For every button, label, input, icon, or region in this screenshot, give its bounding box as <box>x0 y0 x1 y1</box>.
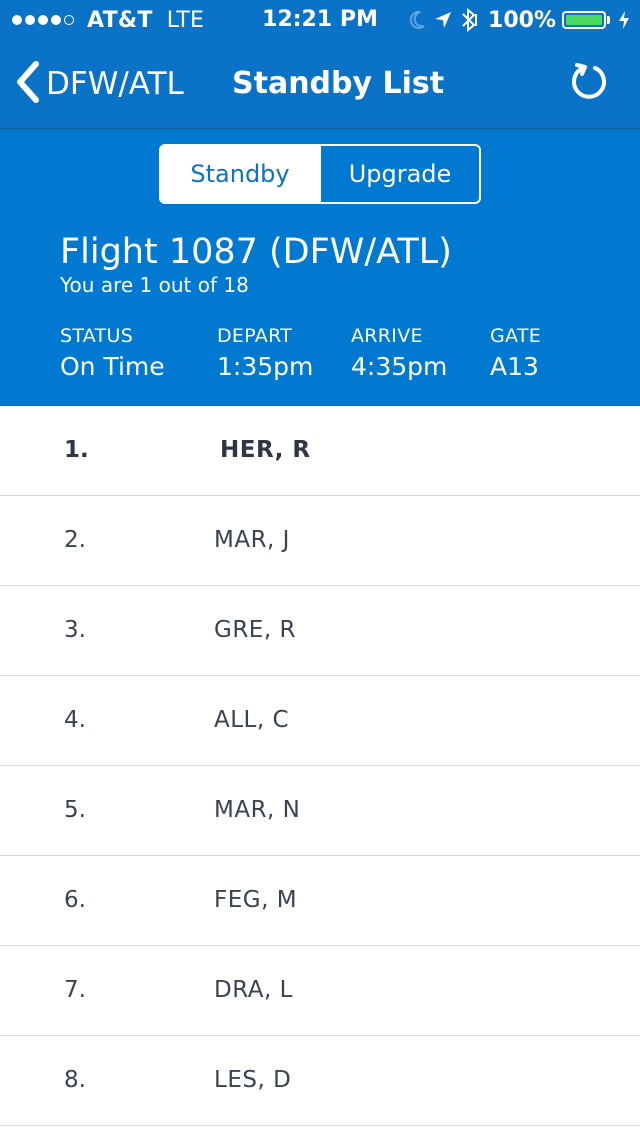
bluetooth-icon <box>460 7 478 33</box>
back-button[interactable]: DFW/ATL <box>14 60 184 108</box>
list-item: 2. MAR, J <box>0 496 640 586</box>
status-label: STATUS <box>60 325 134 347</box>
list-item: 8. LES, D <box>0 1036 640 1126</box>
arrive-label: ARRIVE <box>351 325 423 347</box>
status-bar: AT&T LTE 12:21 PM 100% <box>0 0 640 40</box>
status-info: STATUS On Time <box>60 325 165 383</box>
charging-bolt-icon <box>618 10 630 30</box>
refresh-icon <box>569 61 609 105</box>
flight-panel: Standby Upgrade Flight 1087 (DFW/ATL) Yo… <box>0 129 640 406</box>
standby-position: You are 1 out of 18 <box>60 273 249 297</box>
list-item-number: 6. <box>64 887 86 913</box>
list-item-number: 2. <box>64 527 86 553</box>
moon-icon <box>408 10 426 30</box>
navigation-bar: DFW/ATL Standby List <box>0 40 640 128</box>
list-item-number: 5. <box>64 797 86 823</box>
gate-value: A13 <box>490 352 539 381</box>
gate-info: GATE A13 <box>490 325 541 383</box>
list-item-name: GRE, R <box>214 617 296 643</box>
list-item-name: HER, R <box>220 437 311 463</box>
list-item: 3. GRE, R <box>0 586 640 676</box>
status-value: On Time <box>60 352 165 381</box>
standby-list: 1. HER, R 2. MAR, J 3. GRE, R 4. ALL, C … <box>0 406 640 1126</box>
list-item-name: DRA, L <box>214 977 293 1003</box>
list-item-name: MAR, N <box>214 797 301 823</box>
list-item-name: LES, D <box>214 1067 292 1093</box>
arrive-value: 4:35pm <box>351 352 448 381</box>
list-item: 5. MAR, N <box>0 766 640 856</box>
list-item-number: 1. <box>64 437 89 463</box>
list-item-name: FEG, M <box>214 887 298 913</box>
gate-label: GATE <box>490 325 542 347</box>
page-title: Standby List <box>232 66 445 101</box>
list-item-number: 8. <box>64 1067 86 1093</box>
location-arrow-icon <box>434 10 452 30</box>
list-type-tabs: Standby Upgrade <box>159 144 481 204</box>
depart-value: 1:35pm <box>217 352 314 381</box>
refresh-button[interactable] <box>566 60 612 106</box>
list-item: 6. FEG, M <box>0 856 640 946</box>
chevron-left-icon <box>14 60 40 108</box>
flight-title: Flight 1087 (DFW/ATL) <box>60 232 452 272</box>
depart-label: DEPART <box>217 325 293 347</box>
battery-percent: 100% <box>488 7 556 33</box>
list-item-name: ALL, C <box>214 707 290 733</box>
tab-upgrade[interactable]: Upgrade <box>319 146 479 202</box>
header: AT&T LTE 12:21 PM 100% DFW/ATL Standby L… <box>0 0 640 129</box>
list-item-number: 7. <box>64 977 86 1003</box>
list-item: 1. HER, R <box>0 406 640 496</box>
list-item-name: MAR, J <box>214 527 290 553</box>
tab-standby[interactable]: Standby <box>161 146 319 202</box>
status-right: 100% <box>400 6 630 34</box>
battery-tip <box>607 16 610 24</box>
arrive-info: ARRIVE 4:35pm <box>351 325 447 383</box>
list-item-number: 4. <box>64 707 86 733</box>
list-item-number: 3. <box>64 617 86 643</box>
battery-icon <box>562 11 606 29</box>
depart-info: DEPART 1:35pm <box>217 325 313 383</box>
list-item: 7. DRA, L <box>0 946 640 1036</box>
list-item: 4. ALL, C <box>0 676 640 766</box>
battery-fill <box>566 15 602 25</box>
back-label: DFW/ATL <box>46 66 184 102</box>
